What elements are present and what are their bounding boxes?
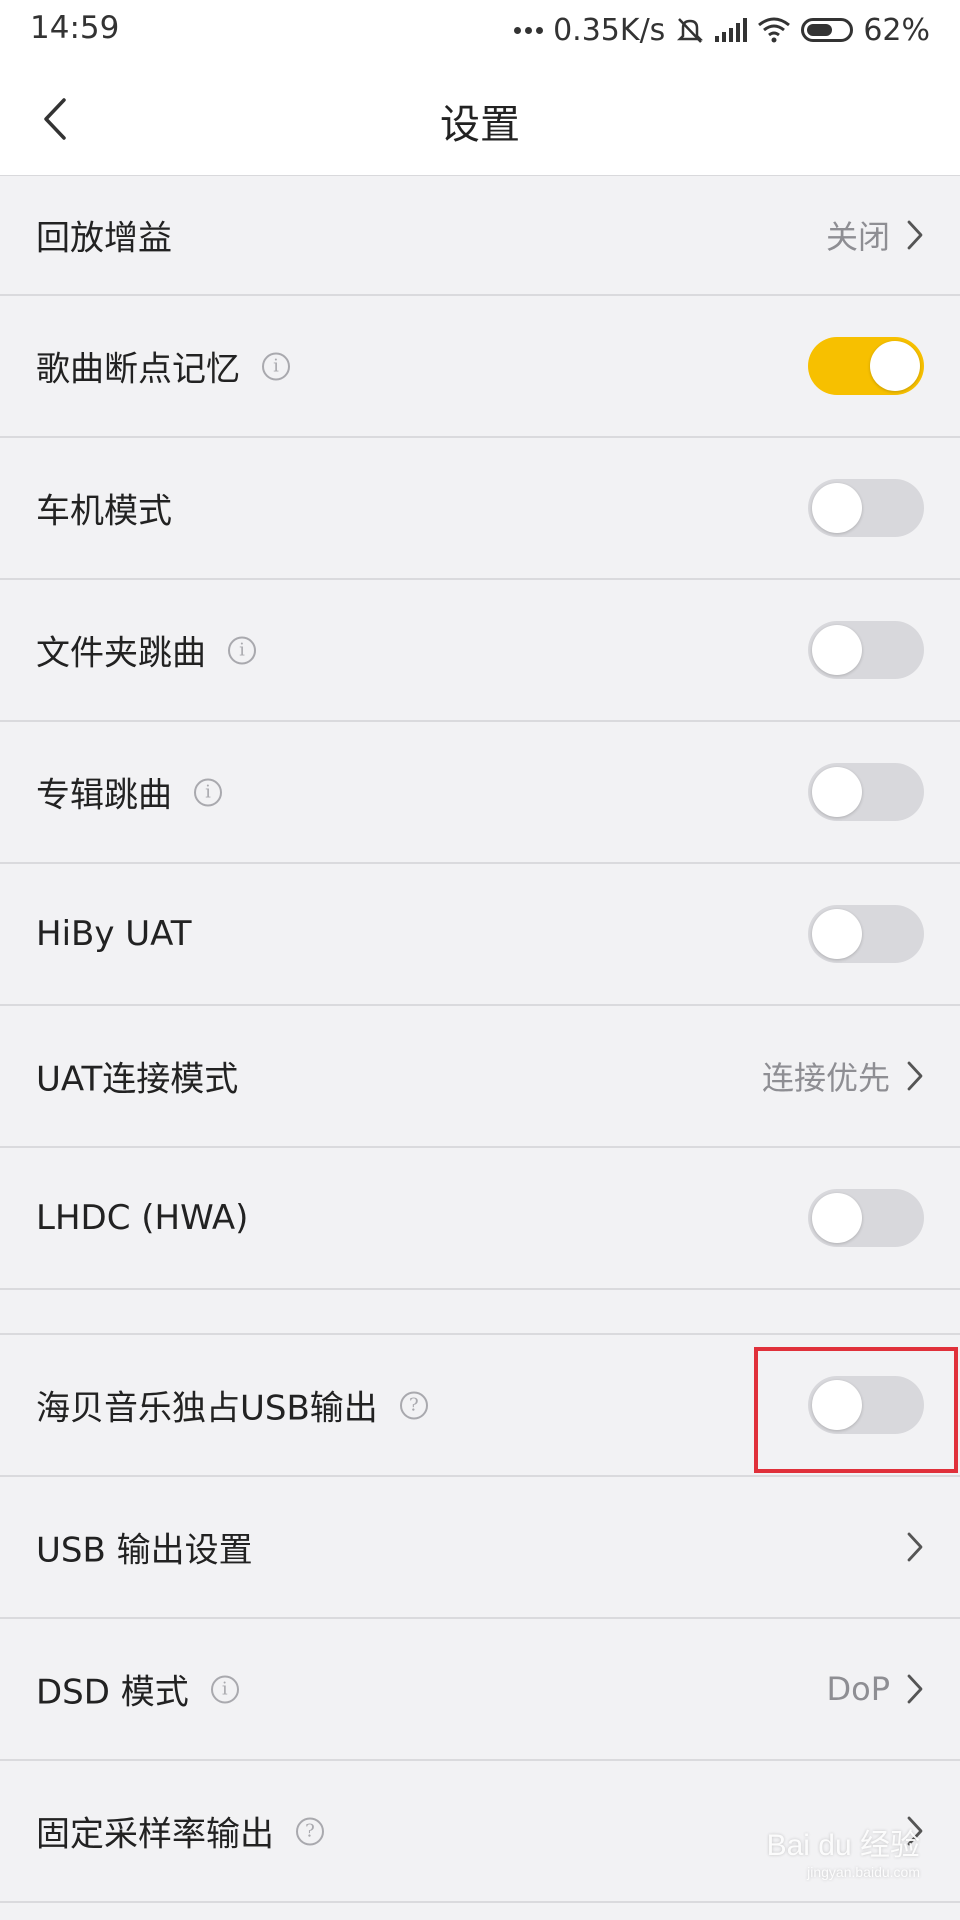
settings-row-label-text: 专辑跳曲 <box>36 775 172 816</box>
settings-row-label: 固定采样率输出? <box>36 1807 324 1856</box>
toggle-knob <box>870 341 920 391</box>
settings-row-label: 专辑跳曲 i <box>36 768 222 817</box>
settings-row-label-text: 回放增益 <box>36 218 172 259</box>
settings-row-value: DoP <box>826 1670 924 1708</box>
wifi-icon <box>758 17 791 43</box>
settings-row-label: 歌曲断点记忆 i <box>36 342 290 391</box>
chevron-right-icon <box>907 1674 923 1704</box>
highlight-box <box>754 1347 958 1473</box>
info-icon[interactable]: i <box>210 1675 239 1703</box>
settings-row-value: 连接优先 <box>762 1053 924 1099</box>
status-bar: 14:59 0.35K/s 62% <box>0 0 960 62</box>
settings-row-value-text: DoP <box>826 1670 890 1708</box>
settings-row-label-text: 车机模式 <box>36 491 172 532</box>
toggle-knob <box>812 767 862 817</box>
help-icon[interactable]: ? <box>399 1391 428 1419</box>
battery-icon <box>801 18 854 42</box>
watermark-subtext: jingyan.baidu.com <box>807 1864 920 1880</box>
settings-row-value: 关闭 <box>826 212 924 258</box>
settings-row: LHDC (HWA) <box>0 1148 960 1290</box>
settings-row-label: LHDC (HWA) <box>36 1198 248 1238</box>
chevron-right-icon <box>907 220 923 250</box>
toggle-switch[interactable] <box>808 479 924 537</box>
settings-row[interactable]: UAT连接模式 连接优先 <box>0 1006 960 1148</box>
section-spacer <box>0 1290 960 1335</box>
settings-row: HiBy UAT <box>0 864 960 1006</box>
settings-row-label: 海贝音乐独占USB输出? <box>36 1381 428 1430</box>
info-icon[interactable]: i <box>194 778 222 806</box>
settings-row[interactable]: DSD 模式 i DoP <box>0 1619 960 1761</box>
more-dots-icon <box>514 26 544 34</box>
help-icon[interactable]: ? <box>296 1817 324 1845</box>
page-title: 设置 <box>440 102 520 148</box>
settings-row-value <box>890 1530 924 1564</box>
settings-row-label-text: 文件夹跳曲 <box>36 633 206 674</box>
settings-row-label: UAT连接模式 <box>36 1052 238 1101</box>
settings-row: 车机模式 <box>0 438 960 580</box>
signal-icon <box>715 18 748 42</box>
settings-row-value-text: 连接优先 <box>761 1059 890 1097</box>
settings-row-label-text: HiBy UAT <box>36 914 192 954</box>
settings-row-label-text: USB 输出设置 <box>36 1530 253 1571</box>
settings-row: 歌曲断点记忆 i <box>0 296 960 438</box>
info-icon[interactable]: i <box>228 636 256 664</box>
settings-row-label-text: LHDC (HWA) <box>36 1198 249 1238</box>
settings-row[interactable]: USB 输出设置 <box>0 1477 960 1619</box>
settings-row-label-text: 歌曲断点记忆 <box>36 349 240 390</box>
settings-row[interactable]: 回放增益 关闭 <box>0 176 960 296</box>
info-icon[interactable]: i <box>262 352 290 380</box>
chevron-right-icon <box>907 1532 923 1562</box>
toggle-knob <box>812 483 862 533</box>
watermark: Bai du 经验 jingyan.baidu.com <box>767 1820 920 1880</box>
status-icons: 0.35K/s 62% <box>514 10 930 50</box>
settings-row-label: USB 输出设置 <box>36 1523 253 1572</box>
settings-row-label: HiBy UAT <box>36 914 192 954</box>
toggle-switch[interactable] <box>808 763 924 821</box>
toggle-switch[interactable] <box>808 337 924 395</box>
app-header: 设置 <box>0 62 960 176</box>
toggle-knob <box>812 625 862 675</box>
settings-row-label-text: 海贝音乐独占USB输出 <box>36 1388 378 1429</box>
settings-row: 文件夹跳曲 i <box>0 580 960 722</box>
chevron-right-icon <box>907 1061 923 1091</box>
status-time: 14:59 <box>30 10 120 46</box>
settings-row-label-text: DSD 模式 <box>36 1672 189 1713</box>
toggle-knob <box>812 909 862 959</box>
battery-percent: 62% <box>863 12 930 48</box>
network-speed: 0.35K/s <box>553 12 666 48</box>
watermark-text: Bai du 经验 <box>766 1829 920 1862</box>
settings-row-label: 回放增益 <box>36 211 172 260</box>
settings-row-label: 车机模式 <box>36 484 172 533</box>
toggle-knob <box>812 1193 862 1243</box>
settings-row-value-text: 关闭 <box>825 218 890 256</box>
settings-row-label: DSD 模式 i <box>36 1665 239 1714</box>
toggle-switch[interactable] <box>808 621 924 679</box>
settings-row-label-text: 固定采样率输出 <box>36 1814 274 1855</box>
toggle-switch[interactable] <box>808 905 924 963</box>
settings-row: 专辑跳曲 i <box>0 722 960 864</box>
settings-row-label-text: UAT连接模式 <box>36 1059 239 1100</box>
settings-row-label: 文件夹跳曲 i <box>36 626 256 675</box>
toggle-switch[interactable] <box>808 1189 924 1247</box>
mute-bell-icon <box>677 18 704 43</box>
